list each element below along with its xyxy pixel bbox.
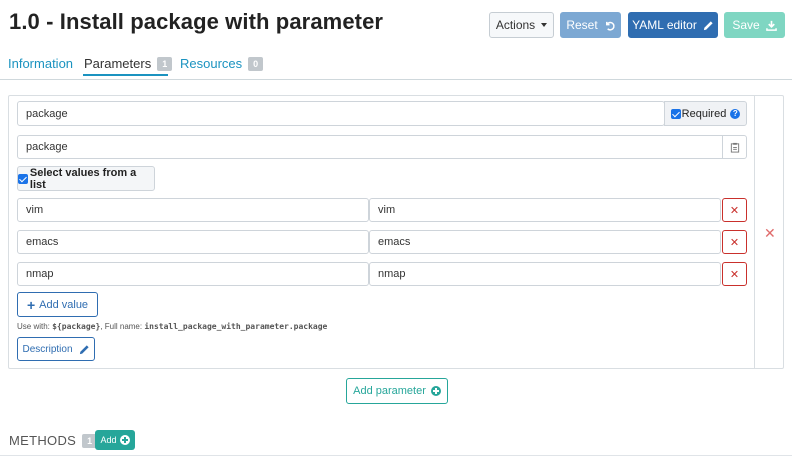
required-checkbox[interactable]: Required ? — [664, 101, 747, 126]
parameter-label-value: package — [26, 141, 68, 153]
value-input[interactable]: emacs — [17, 230, 369, 254]
help-icon[interactable]: ? — [730, 108, 741, 119]
parameters-count-badge: 1 — [157, 56, 173, 71]
yaml-editor-button[interactable]: YAML editor — [628, 12, 718, 38]
plus-icon: + — [26, 296, 36, 313]
active-tab-indicator — [83, 74, 168, 76]
value-label-input[interactable]: vim — [369, 198, 721, 222]
add-value-button[interactable]: + Add value — [17, 292, 98, 317]
actions-button[interactable]: Actions — [489, 12, 554, 38]
methods-label: METHODS — [9, 433, 77, 448]
methods-heading: METHODS 1 — [9, 433, 98, 448]
tab-parameters[interactable]: Parameters 1 — [84, 56, 173, 71]
clipboard-icon — [730, 142, 740, 153]
delete-value-button[interactable]: ✕ — [722, 230, 747, 254]
use-with-prefix: Use with: — [17, 322, 50, 331]
parameter-label-input[interactable]: package — [17, 135, 747, 159]
close-icon: ✕ — [729, 204, 740, 217]
tab-information[interactable]: Information — [8, 56, 73, 71]
tab-information-label: Information — [8, 56, 74, 71]
page-title: 1.0 - Install package with parameter — [9, 9, 384, 34]
divider — [0, 455, 792, 456]
checkbox-checked-icon — [670, 108, 681, 119]
undo-icon — [605, 21, 615, 31]
value-text: vim — [26, 204, 44, 216]
tab-resources[interactable]: Resources 0 — [180, 56, 264, 71]
add-parameter-label: Add parameter — [353, 385, 426, 397]
reset-button[interactable]: Reset — [560, 12, 621, 38]
parameter-name-input[interactable]: package — [17, 101, 665, 126]
resources-count-badge: 0 — [248, 56, 264, 71]
remove-parameter-icon[interactable]: ✕ — [764, 225, 776, 242]
download-icon — [765, 20, 777, 31]
value-label-input[interactable]: emacs — [369, 230, 721, 254]
value-label-text: emacs — [378, 236, 411, 248]
select-values-from-list-toggle[interactable]: Select values from a list — [17, 166, 155, 191]
required-label: Required — [681, 107, 727, 120]
plus-circle-icon — [119, 435, 130, 445]
delete-value-button[interactable]: ✕ — [722, 262, 747, 286]
usage-hint: Use with: ${package}, Full name: install… — [17, 322, 327, 331]
caret-down-icon — [541, 23, 548, 27]
reset-button-label: Reset — [566, 18, 598, 32]
use-with-variable: ${package} — [52, 322, 101, 331]
value-label-text: nmap — [378, 268, 406, 280]
value-input[interactable]: vim — [17, 198, 369, 222]
close-icon: ✕ — [729, 236, 740, 249]
clipboard-button[interactable] — [722, 135, 747, 159]
value-label-text: vim — [378, 204, 396, 216]
tab-resources-label: Resources — [180, 56, 243, 71]
pencil-icon — [703, 20, 713, 30]
actions-button-label: Actions — [495, 18, 536, 32]
add-value-label: Add value — [39, 298, 89, 311]
value-text: nmap — [26, 268, 54, 280]
tab-parameters-label: Parameters — [84, 56, 152, 71]
value-input[interactable]: nmap — [17, 262, 369, 286]
full-name-prefix: , Full name: — [100, 322, 143, 331]
save-button-label: Save — [732, 18, 760, 32]
select-values-label: Select values from a list — [29, 166, 137, 191]
add-parameter-button[interactable]: Add parameter — [346, 378, 448, 404]
yaml-editor-button-label: YAML editor — [632, 18, 697, 32]
save-button[interactable]: Save — [724, 12, 785, 38]
parameter-name-value: package — [26, 107, 68, 120]
add-method-label: Add — [100, 435, 117, 445]
add-method-button[interactable]: Add — [95, 430, 135, 450]
pencil-icon — [79, 344, 89, 354]
delete-value-button[interactable]: ✕ — [722, 198, 747, 222]
checkbox-checked-icon — [18, 173, 28, 184]
description-label: Description — [22, 343, 73, 355]
description-button[interactable]: Description — [17, 337, 95, 361]
tab-bar: Information Parameters 1 Resources 0 — [0, 52, 792, 80]
close-icon: ✕ — [729, 268, 740, 281]
plus-circle-icon — [430, 386, 441, 396]
value-label-input[interactable]: nmap — [369, 262, 721, 286]
full-name-value: install_package_with_parameter.package — [144, 322, 328, 331]
value-text: emacs — [26, 236, 59, 248]
